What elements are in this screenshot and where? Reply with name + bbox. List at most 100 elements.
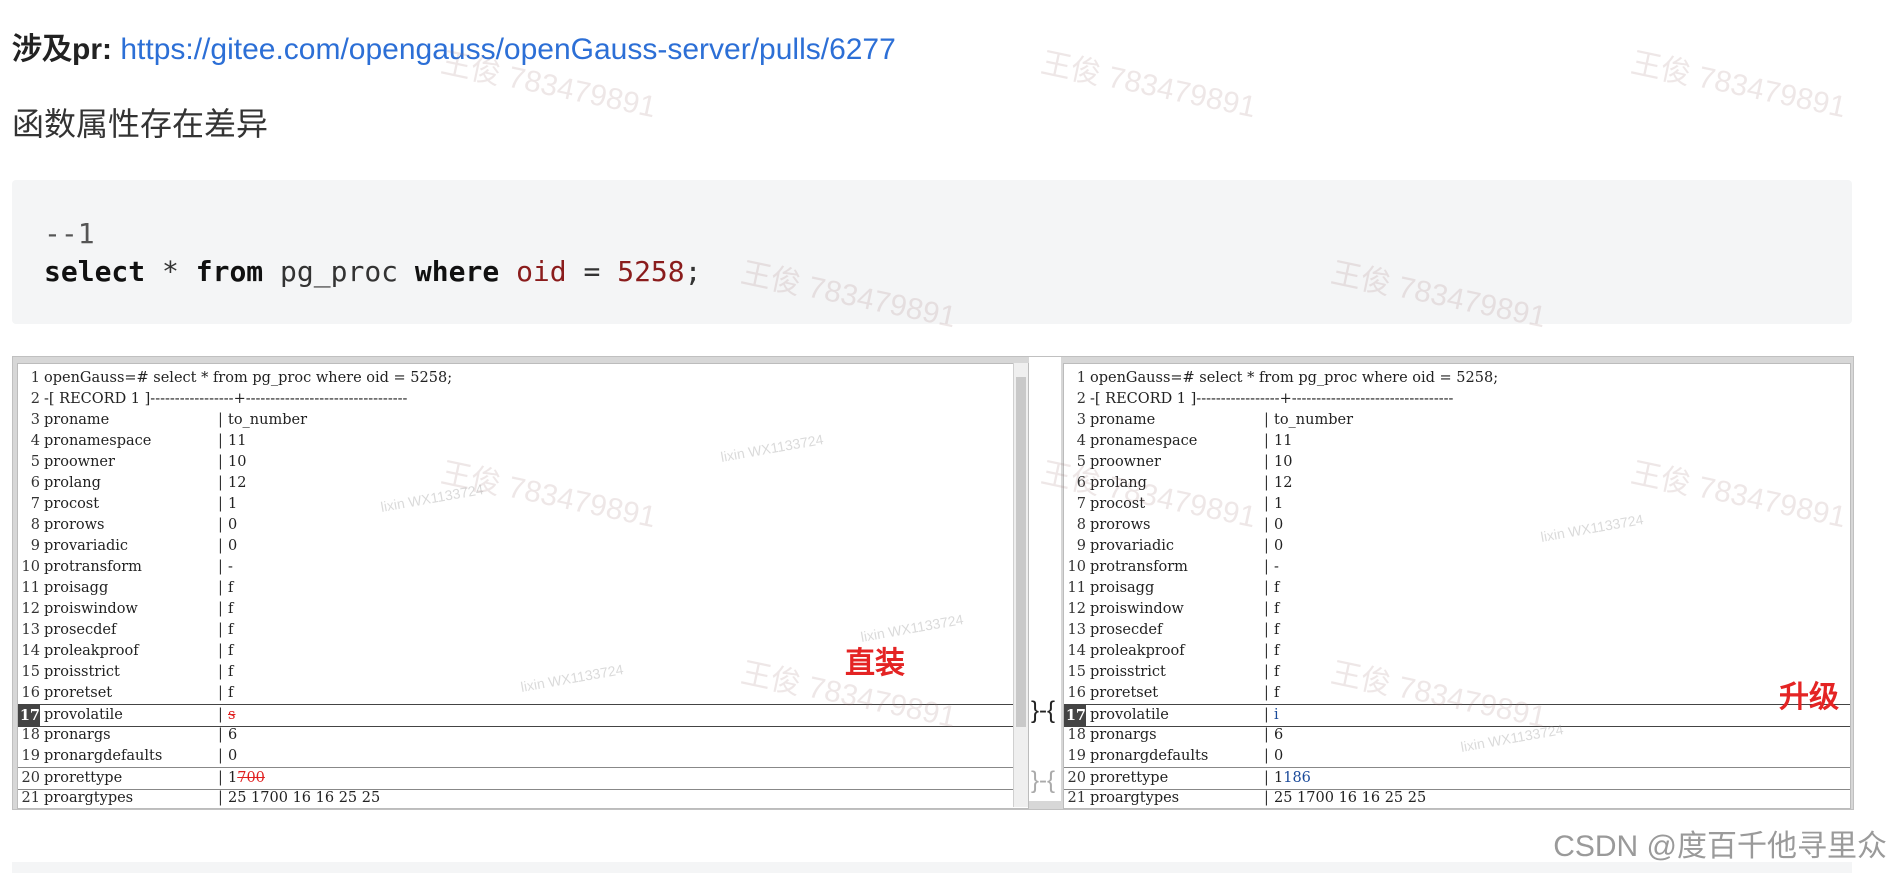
- pr-link[interactable]: https://gitee.com/opengauss/openGauss-se…: [120, 33, 895, 66]
- line-number: 13: [21, 622, 40, 638]
- diff-row[interactable]: 18 pronargs | 6: [1064, 725, 1850, 746]
- column-separator: |: [218, 664, 223, 680]
- column-value: f: [228, 685, 234, 701]
- diff-row[interactable]: 1 openGauss=# select * from pg_proc where…: [1064, 368, 1850, 389]
- diff-row[interactable]: 9 provariadic | 0: [18, 536, 1028, 557]
- value-diff: 186: [1283, 770, 1311, 786]
- diff-connector-icon: }-{: [1031, 697, 1056, 724]
- diff-row[interactable]: 11 proisagg | f: [18, 578, 1028, 599]
- line-number: 18: [21, 727, 40, 743]
- column-name: proiswindow: [1090, 601, 1184, 617]
- column-separator: |: [1264, 601, 1269, 617]
- diff-row[interactable]: 7 procost | 1: [18, 494, 1028, 515]
- diff-row[interactable]: 13 prosecdef | f: [1064, 620, 1850, 641]
- column-value: 12: [228, 475, 247, 491]
- diff-row[interactable]: 14 proleakproof | f: [1064, 641, 1850, 662]
- line-number: 18: [1067, 727, 1086, 743]
- diff-row[interactable]: 2 -[ RECORD 1 ]-----------------+--------…: [1064, 389, 1850, 410]
- column-name: proretset: [44, 685, 113, 701]
- line-number: 17: [1064, 705, 1086, 726]
- diff-row[interactable]: 5 proowner | 10: [18, 452, 1028, 473]
- diff-row[interactable]: 6 prolang | 12: [1064, 473, 1850, 494]
- column-value: 6: [228, 727, 238, 743]
- diff-row[interactable]: 7 procost | 1: [1064, 494, 1850, 515]
- left-scroll-thumb[interactable]: [1016, 377, 1026, 727]
- diff-row[interactable]: 11 proisagg | f: [1064, 578, 1850, 599]
- diff-row[interactable]: 8 prorows | 0: [18, 515, 1028, 536]
- diff-row[interactable]: 16 proretset | f: [18, 683, 1028, 704]
- column-value: 10: [228, 454, 247, 470]
- watermark: 王俊 783479891: [1628, 46, 1849, 125]
- column-value: s: [228, 707, 236, 723]
- line-number: 9: [30, 538, 40, 554]
- column-separator: |: [1264, 770, 1269, 786]
- column-separator: |: [1264, 517, 1269, 533]
- diff-row[interactable]: 21 proargtypes | 25 1700 16 16 25 25: [1064, 788, 1850, 808]
- watermark: 王俊 783479891: [1038, 46, 1259, 125]
- column-value: f: [1274, 685, 1280, 701]
- diff-row[interactable]: 16 proretset | f: [1064, 683, 1850, 704]
- diff-row[interactable]: 15 proisstrict | f: [1064, 662, 1850, 683]
- column-separator: |: [1264, 412, 1269, 428]
- diff-row[interactable]: 13 prosecdef | f: [18, 620, 1028, 641]
- diff-pane-left[interactable]: 1 openGauss=# select * from pg_proc where…: [17, 363, 1029, 809]
- column-separator: |: [218, 622, 223, 638]
- diff-row[interactable]: 8 prorows | 0: [1064, 515, 1850, 536]
- diff-row[interactable]: 17 provolatile | s: [18, 704, 1028, 727]
- diff-row[interactable]: 3 proname | to_number: [1064, 410, 1850, 431]
- diff-row[interactable]: 10 protransform | -: [18, 557, 1028, 578]
- diff-row[interactable]: 21 proargtypes | 25 1700 16 16 25 25: [18, 788, 1028, 808]
- diff-row[interactable]: 20 prorettype | 1700: [18, 767, 1028, 790]
- column-value: 1: [1274, 496, 1284, 512]
- diff-row[interactable]: 12 proiswindow | f: [1064, 599, 1850, 620]
- line-number: 3: [1076, 412, 1086, 428]
- line-number: 14: [21, 643, 40, 659]
- left-scrollbar[interactable]: [1013, 363, 1028, 807]
- diff-row[interactable]: 4 pronamespace | 11: [18, 431, 1028, 452]
- column-separator: |: [218, 685, 223, 701]
- row-text: -[ RECORD 1 ]-----------------+---------…: [1090, 391, 1454, 407]
- column-value: -: [1274, 559, 1279, 575]
- column-value: 0: [228, 748, 238, 764]
- column-name: proisstrict: [44, 664, 120, 680]
- diff-row[interactable]: 10 protransform | -: [1064, 557, 1850, 578]
- column-separator: |: [1264, 622, 1269, 638]
- diff-screenshot: 1 openGauss=# select * from pg_proc where…: [12, 356, 1854, 810]
- diff-row[interactable]: 1 openGauss=# select * from pg_proc where…: [18, 368, 1028, 389]
- column-name: pronargdefaults: [44, 748, 163, 764]
- diff-row[interactable]: 18 pronargs | 6: [18, 725, 1028, 746]
- column-name: proargtypes: [44, 790, 134, 806]
- line-number: 8: [1076, 517, 1086, 533]
- column-separator: |: [218, 580, 223, 596]
- column-separator: |: [1264, 559, 1269, 575]
- column-separator: |: [218, 454, 223, 470]
- diff-row[interactable]: 2 -[ RECORD 1 ]-----------------+--------…: [18, 389, 1028, 410]
- line-number: 3: [30, 412, 40, 428]
- line-number: 16: [21, 685, 40, 701]
- line-number: 21: [21, 790, 40, 806]
- diff-row[interactable]: 3 proname | to_number: [18, 410, 1028, 431]
- column-value: f: [1274, 622, 1280, 638]
- pr-line: 涉及pr: https://gitee.com/opengauss/openGa…: [12, 30, 896, 70]
- diff-pane-right[interactable]: 1 openGauss=# select * from pg_proc where…: [1063, 363, 1851, 809]
- diff-row[interactable]: 6 prolang | 12: [18, 473, 1028, 494]
- column-value: 11: [228, 433, 247, 449]
- diff-row[interactable]: 4 pronamespace | 11: [1064, 431, 1850, 452]
- diff-row[interactable]: 17 provolatile | i: [1064, 704, 1850, 727]
- csdn-watermark: CSDN @度百千他寻里众: [1553, 830, 1887, 863]
- line-number: 4: [30, 433, 40, 449]
- diff-row[interactable]: 12 proiswindow | f: [18, 599, 1028, 620]
- line-number: 4: [1076, 433, 1086, 449]
- column-value: f: [228, 601, 234, 617]
- diff-row[interactable]: 5 proowner | 10: [1064, 452, 1850, 473]
- diff-row[interactable]: 19 pronargdefaults | 0: [1064, 746, 1850, 767]
- line-number: 20: [1067, 770, 1086, 786]
- column-separator: |: [218, 601, 223, 617]
- diff-row[interactable]: 20 prorettype | 1186: [1064, 767, 1850, 790]
- diff-row[interactable]: 9 provariadic | 0: [1064, 536, 1850, 557]
- line-number: 19: [21, 748, 40, 764]
- code-column: oid: [516, 255, 567, 288]
- diff-gutter: }-{ }-{: [1029, 357, 1061, 801]
- diff-row[interactable]: 19 pronargdefaults | 0: [18, 746, 1028, 767]
- column-separator: |: [218, 770, 223, 786]
